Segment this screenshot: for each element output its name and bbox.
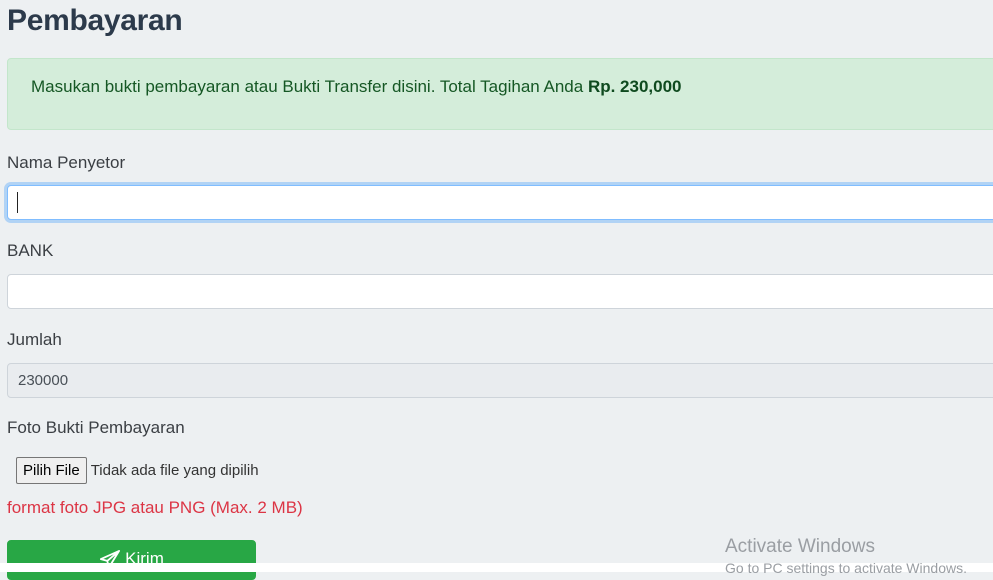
amount-input[interactable]: [7, 363, 993, 398]
payment-proof-label: Foto Bukti Pembayaran: [7, 418, 185, 437]
page-title: Pembayaran: [7, 4, 183, 37]
total-amount: Rp. 230,000: [587, 77, 682, 96]
windows-activation-watermark: Activate Windows Go to PC settings to ac…: [725, 536, 967, 576]
watermark-subtitle: Go to PC settings to activate Windows.: [725, 560, 967, 576]
amount-label: Jumlah: [7, 330, 62, 349]
watermark-title: Activate Windows: [725, 536, 875, 557]
choose-file-button[interactable]: Pilih File: [16, 457, 87, 484]
file-input[interactable]: Pilih File Tidak ada file yang dipilih: [16, 457, 259, 484]
depositor-name-label: Nama Penyetor: [7, 153, 126, 172]
file-status-text: Tidak ada file yang dipilih: [90, 462, 259, 479]
format-hint: format foto JPG atau PNG (Max. 2 MB): [7, 498, 303, 517]
bank-input[interactable]: [7, 274, 993, 309]
depositor-name-input[interactable]: [7, 185, 993, 220]
text-caret: [17, 192, 18, 213]
alert-message: Masukan bukti pembayaran atau Bukti Tran…: [31, 77, 588, 96]
submit-button[interactable]: Kirim: [7, 540, 256, 580]
bank-label: BANK: [7, 241, 54, 260]
payment-info-alert: Masukan bukti pembayaran atau Bukti Tran…: [7, 58, 993, 130]
